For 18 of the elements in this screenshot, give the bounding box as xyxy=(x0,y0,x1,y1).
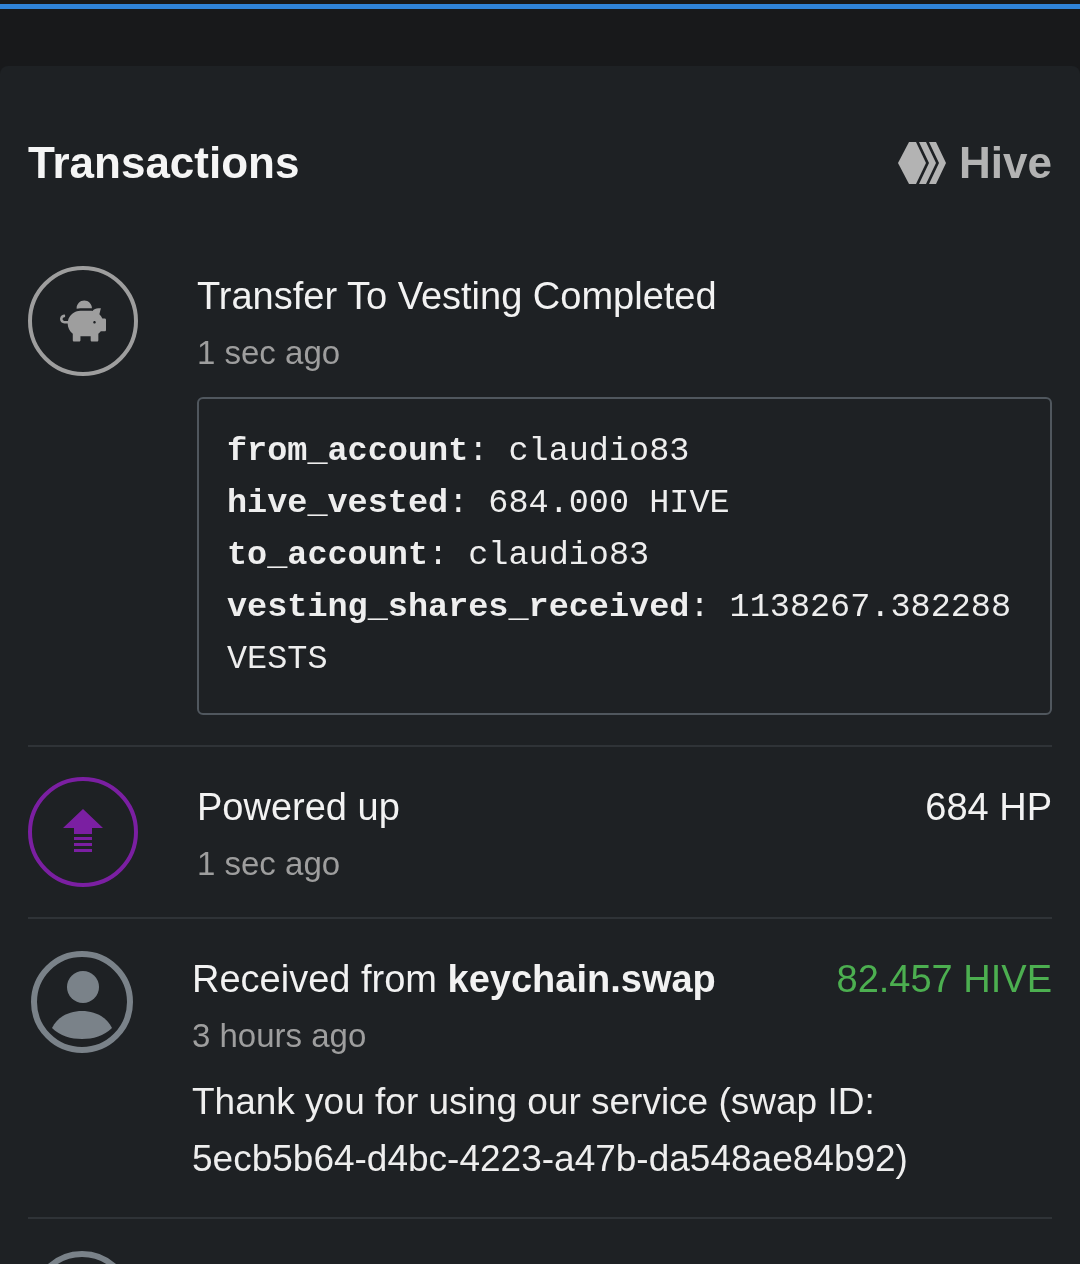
transaction-title: Received from keychain.swap xyxy=(192,957,716,1001)
logo-icon xyxy=(898,141,947,185)
transaction-amount: 82.457 HIVE xyxy=(836,957,1052,1001)
detail-line: to_account: claudio83 xyxy=(227,535,651,576)
avatar-icon xyxy=(30,950,134,1054)
piggy-bank-icon xyxy=(28,266,138,376)
card-title: Transactions xyxy=(28,137,300,189)
transaction-time: 1 sec ago xyxy=(197,334,341,371)
detail-line: vesting_shares_received: 1138267.382288 VESTS xyxy=(227,587,1013,680)
detail-line: hive_vested: 684.000 HIVE xyxy=(227,483,731,524)
transaction-title: Powered up xyxy=(197,785,400,829)
brand-name: Hive xyxy=(959,137,1052,189)
transaction-amount: 684 HP xyxy=(925,785,1052,829)
transaction-title: Transfer To Vesting Completed xyxy=(197,274,717,318)
detail-line: from_account: claudio83 xyxy=(227,431,691,472)
transaction-time: 3 hours ago xyxy=(192,1017,367,1054)
transaction-memo: Thank you for using our service (swap ID: 5ecb5b64-d4bc-4223-a47b-da548ae84b92) xyxy=(192,1080,909,1181)
transaction-time: 1 sec ago xyxy=(197,845,341,882)
